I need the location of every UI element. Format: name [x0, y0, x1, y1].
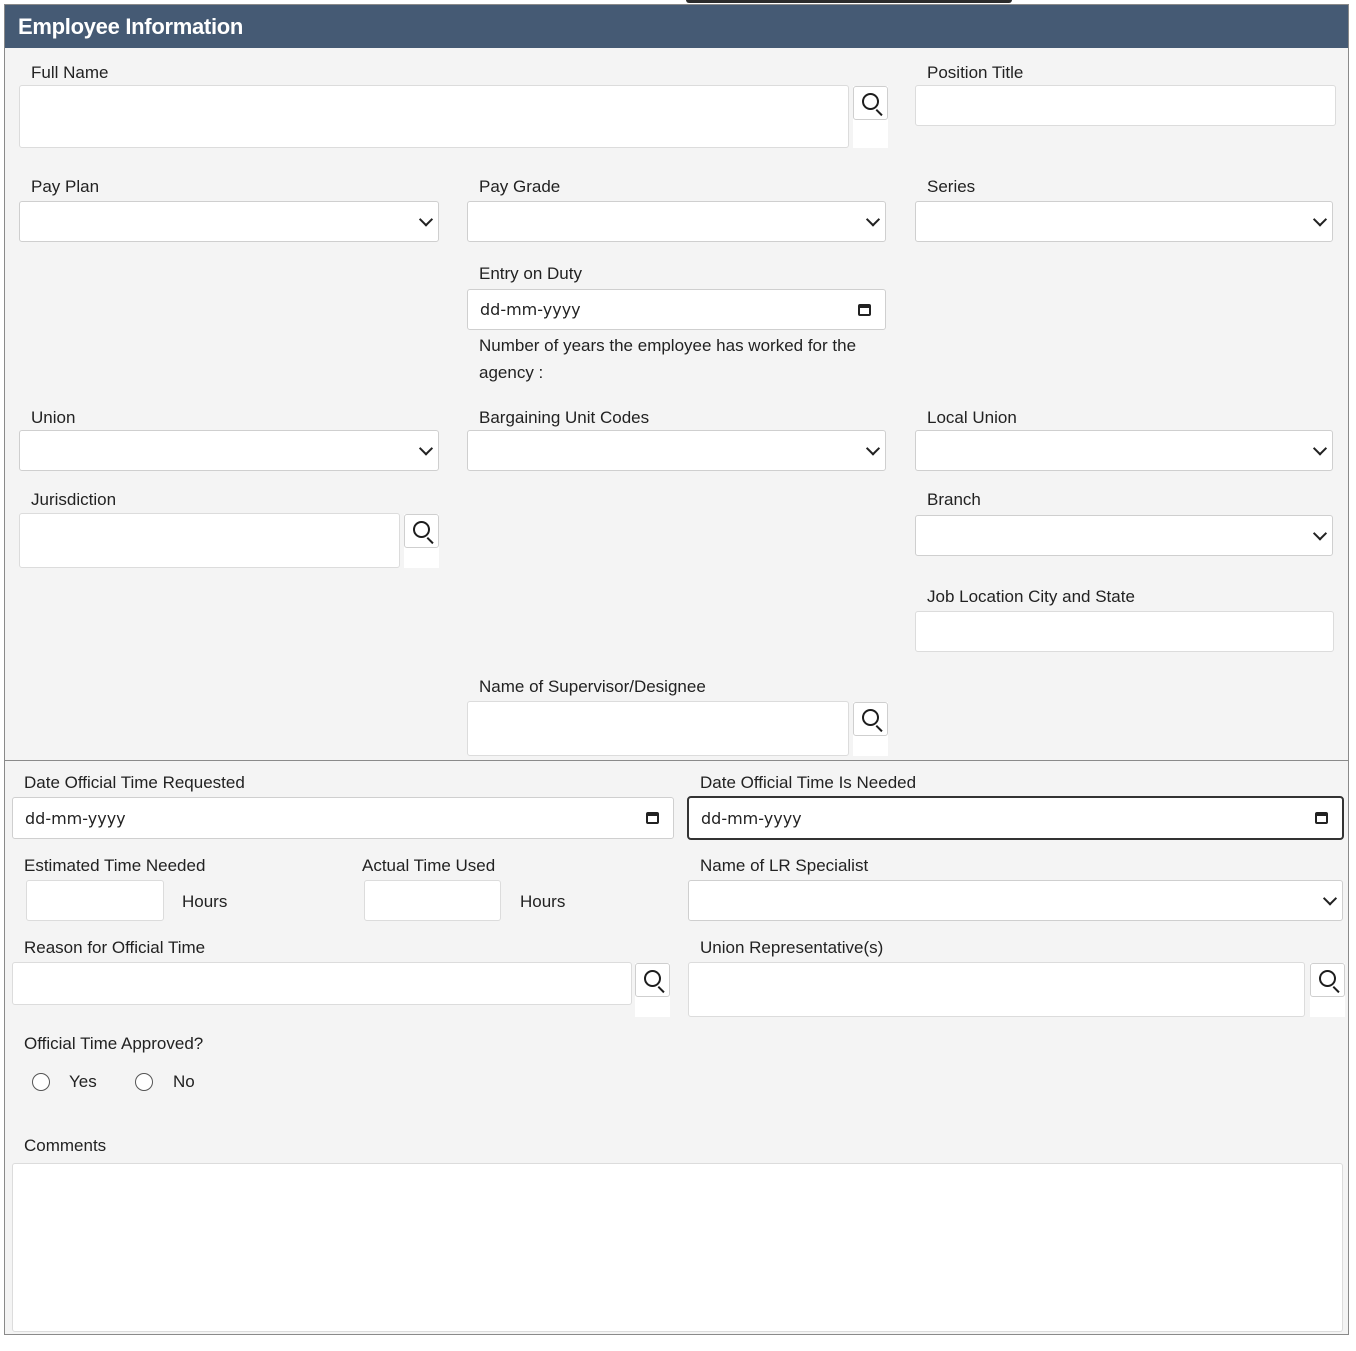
comments-textarea[interactable]	[12, 1163, 1343, 1332]
calendar-icon[interactable]	[646, 812, 659, 824]
date-needed-value: dd-mm-yyyy	[701, 808, 802, 828]
full-name-search	[853, 86, 888, 148]
search-icon	[1319, 970, 1336, 987]
actual-time-label: Actual Time Used	[362, 856, 496, 875]
chevron-down-icon	[1312, 525, 1328, 541]
years-worked-note: Number of years the employee has worked …	[479, 336, 857, 382]
local-union-select[interactable]	[915, 430, 1333, 471]
branch-select[interactable]	[915, 515, 1333, 556]
jurisdiction-input[interactable]	[19, 513, 400, 568]
top-tab-edge	[686, 0, 1012, 3]
section-header: Employee Information	[5, 5, 1348, 48]
search-icon	[644, 970, 661, 987]
estimated-time-label: Estimated Time Needed	[24, 856, 206, 875]
reason-input[interactable]	[12, 962, 632, 1005]
jurisdiction-search-button[interactable]	[404, 514, 439, 548]
pay-plan-select[interactable]	[19, 201, 439, 242]
chevron-down-icon	[865, 440, 881, 456]
calendar-icon[interactable]	[858, 303, 871, 316]
employee-information-panel: Employee Information Full Name Position …	[4, 4, 1349, 1335]
pay-grade-select[interactable]	[467, 201, 886, 242]
bargaining-unit-codes-select[interactable]	[467, 430, 886, 471]
estimated-time-input[interactable]	[26, 880, 164, 921]
union-reps-label: Union Representative(s)	[700, 938, 884, 957]
reason-search	[635, 963, 670, 1017]
entry-on-duty-date-input[interactable]: dd-mm-yyyy	[467, 289, 886, 330]
supervisor-label: Name of Supervisor/Designee	[479, 677, 706, 696]
jurisdiction-label: Jurisdiction	[31, 490, 117, 509]
reason-search-button[interactable]	[635, 963, 670, 997]
approved-no-label: No	[173, 1072, 195, 1091]
entry-on-duty-label: Entry on Duty	[479, 264, 582, 283]
chevron-down-icon	[1312, 211, 1328, 227]
chevron-down-icon	[418, 211, 434, 227]
full-name-search-button[interactable]	[853, 86, 888, 120]
position-title-label: Position Title	[927, 63, 1024, 82]
search-icon	[413, 521, 430, 538]
chevron-down-icon	[1322, 890, 1338, 906]
approved-yes-label: Yes	[69, 1072, 97, 1091]
jurisdiction-search	[404, 514, 439, 568]
chevron-down-icon	[1312, 440, 1328, 456]
date-requested-input[interactable]: dd-mm-yyyy	[12, 797, 674, 839]
lr-specialist-select[interactable]	[688, 880, 1343, 921]
date-needed-input[interactable]: dd-mm-yyyy	[687, 796, 1344, 840]
bargaining-unit-codes-label: Bargaining Unit Codes	[479, 408, 650, 427]
actual-time-input[interactable]	[364, 880, 501, 921]
approved-label: Official Time Approved?	[24, 1034, 204, 1053]
supervisor-input[interactable]	[467, 701, 849, 756]
comments-label: Comments	[24, 1136, 107, 1155]
pay-grade-label: Pay Grade	[479, 177, 561, 196]
approved-no-radio[interactable]	[135, 1073, 153, 1091]
series-select[interactable]	[915, 201, 1333, 242]
reason-label: Reason for Official Time	[24, 938, 206, 957]
full-name-label: Full Name	[31, 63, 109, 82]
chevron-down-icon	[865, 211, 881, 227]
date-needed-label: Date Official Time Is Needed	[700, 773, 917, 792]
union-reps-input[interactable]	[688, 962, 1305, 1017]
pay-plan-label: Pay Plan	[31, 177, 100, 196]
series-label: Series	[927, 177, 976, 196]
union-reps-search	[1310, 963, 1345, 1017]
local-union-label: Local Union	[927, 408, 1017, 427]
supervisor-search	[853, 702, 888, 756]
date-requested-label: Date Official Time Requested	[24, 773, 245, 792]
actual-hours-unit: Hours	[520, 892, 566, 911]
approved-yes-radio[interactable]	[32, 1073, 50, 1091]
lr-specialist-label: Name of LR Specialist	[700, 856, 869, 875]
job-location-input[interactable]	[915, 611, 1334, 652]
branch-label: Branch	[927, 490, 981, 509]
section-divider	[5, 760, 1348, 761]
search-icon	[862, 93, 879, 110]
supervisor-search-button[interactable]	[853, 702, 888, 736]
entry-on-duty-value: dd-mm-yyyy	[480, 300, 581, 319]
estimated-hours-unit: Hours	[182, 892, 228, 911]
full-name-input[interactable]	[19, 85, 849, 148]
position-title-input[interactable]	[915, 85, 1336, 126]
union-reps-search-button[interactable]	[1310, 963, 1345, 997]
chevron-down-icon	[418, 440, 434, 456]
job-location-label: Job Location City and State	[927, 587, 1135, 606]
union-label: Union	[31, 408, 76, 427]
union-select[interactable]	[19, 430, 439, 471]
search-icon	[862, 709, 879, 726]
date-requested-value: dd-mm-yyyy	[25, 808, 126, 828]
calendar-icon[interactable]	[1315, 812, 1328, 824]
